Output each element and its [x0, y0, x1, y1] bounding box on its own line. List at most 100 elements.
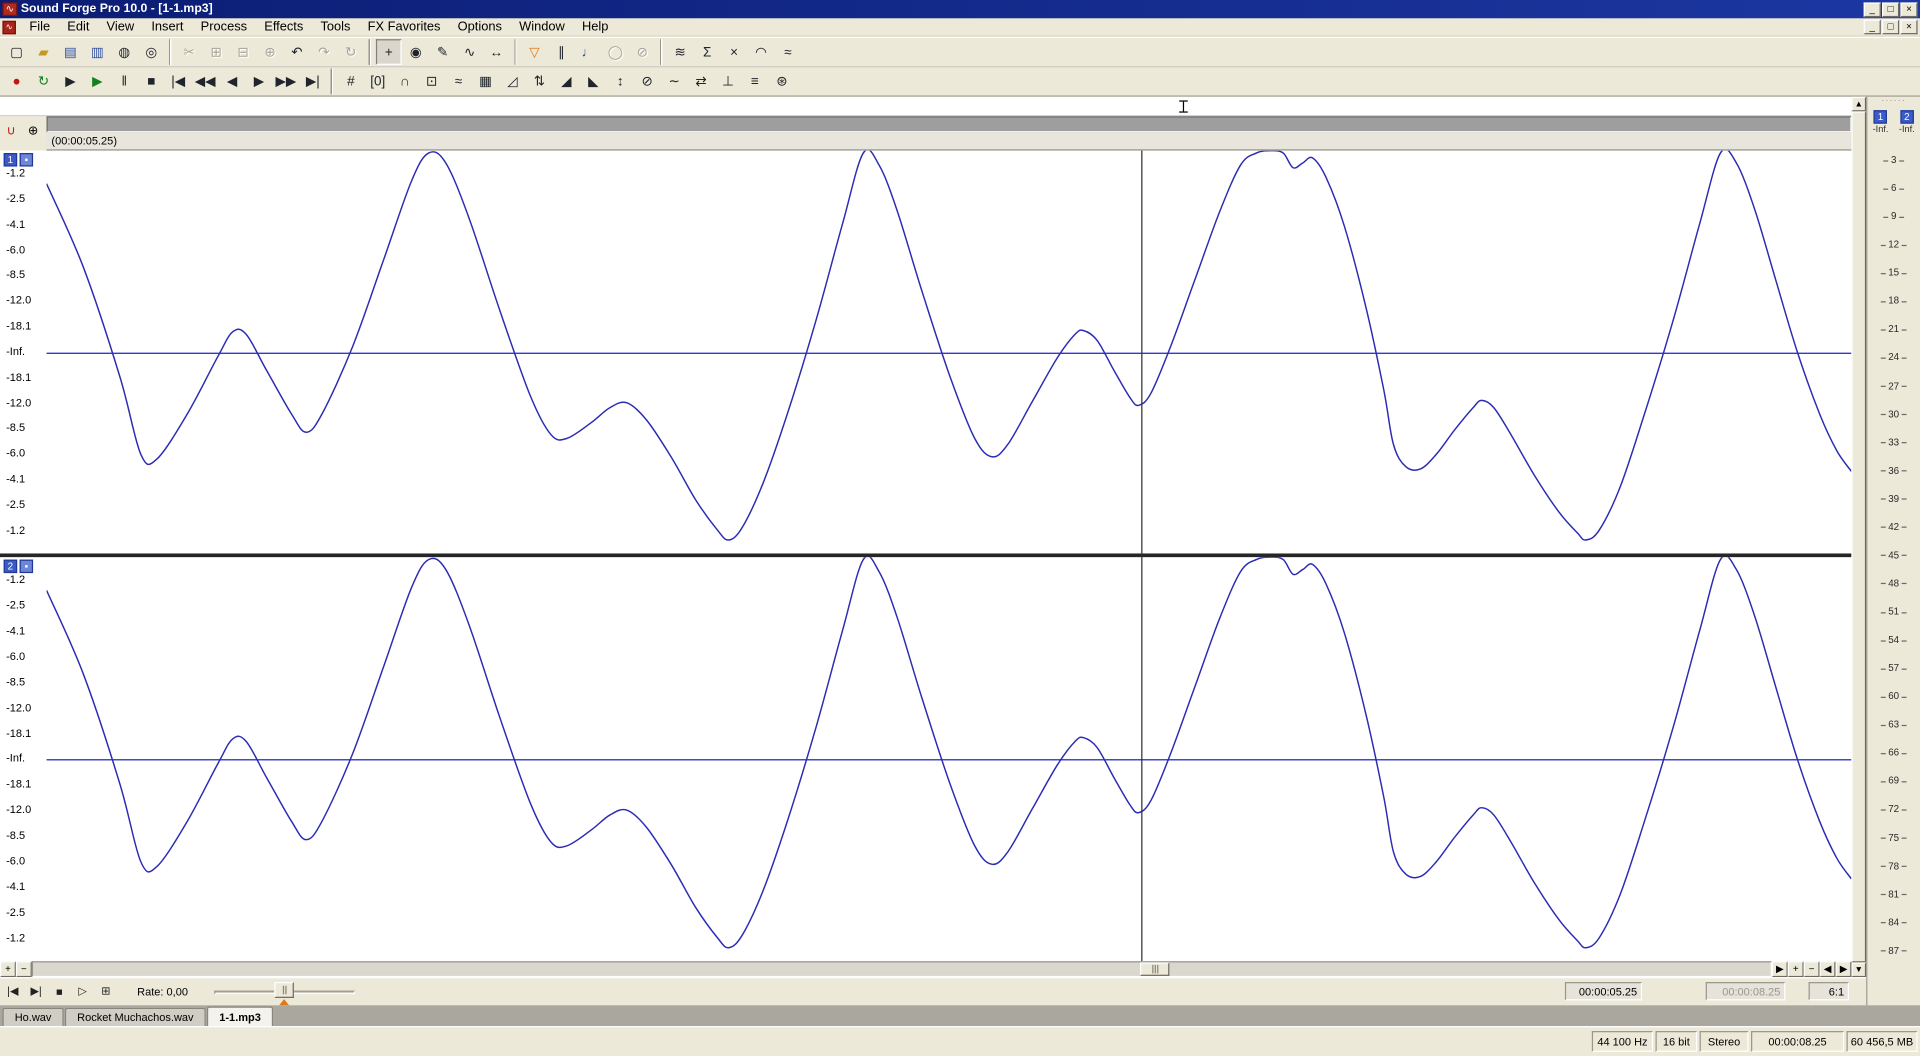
- play-button[interactable]: ▶: [84, 69, 110, 95]
- save-button[interactable]: ▤: [58, 39, 84, 65]
- fade-out-button[interactable]: ◣: [580, 69, 606, 95]
- menu-process[interactable]: Process: [192, 18, 256, 35]
- vertical-scrollbar-thumb[interactable]: [1851, 111, 1867, 963]
- invert-button[interactable]: ↕: [607, 69, 633, 95]
- zoom-selection-button[interactable]: ⊡: [419, 69, 445, 95]
- paste-button[interactable]: ⊟: [230, 39, 256, 65]
- menu-window[interactable]: Window: [511, 18, 574, 35]
- spectrum-analysis-button[interactable]: ≋: [667, 39, 693, 65]
- channel-2-minimize-button[interactable]: ▪: [19, 559, 34, 574]
- zoom-in-time-button[interactable]: +: [1787, 961, 1804, 978]
- channel-2-waveform[interactable]: [46, 557, 1852, 962]
- maximize-button[interactable]: □: [1882, 1, 1900, 17]
- fade-in-button[interactable]: ◢: [553, 69, 579, 95]
- go-to-start-button[interactable]: |◀: [165, 69, 191, 95]
- minimize-button[interactable]: _: [1863, 1, 1881, 17]
- menu-help[interactable]: Help: [573, 18, 617, 35]
- redo-button[interactable]: ↷: [311, 39, 337, 65]
- save-as-button[interactable]: ▥: [84, 39, 110, 65]
- waveform-display-button[interactable]: ≈: [446, 69, 472, 95]
- zoom-out-vertical-button[interactable]: −: [15, 961, 32, 978]
- magnify-tool-button[interactable]: ◉: [403, 39, 429, 65]
- smooth-button[interactable]: ∼: [661, 69, 687, 95]
- selection-end-field[interactable]: 00:00:08.25: [1705, 982, 1786, 1001]
- horizontal-scrollbar-track[interactable]: [31, 961, 1772, 978]
- extract-audio-button[interactable]: ◍: [111, 39, 137, 65]
- marker-bar[interactable]: [0, 96, 1852, 117]
- channel-separator[interactable]: [0, 553, 1852, 558]
- play-device-button[interactable]: ◯: [602, 39, 628, 65]
- menu-effects[interactable]: Effects: [256, 18, 312, 35]
- new-button[interactable]: ▢: [4, 39, 30, 65]
- snap-button[interactable]: #: [338, 69, 364, 95]
- open-button[interactable]: ▰: [31, 39, 57, 65]
- insert-region-button[interactable]: ∥: [549, 39, 575, 65]
- event-tool-button[interactable]: ↔: [484, 39, 510, 65]
- go-to-start-button[interactable]: |◀: [2, 981, 23, 1002]
- insert-marker-button[interactable]: ▽: [522, 39, 548, 65]
- playback-cursor-line[interactable]: [1141, 150, 1143, 962]
- menu-file[interactable]: File: [21, 18, 59, 35]
- scroll-left-button[interactable]: ◀: [1819, 961, 1836, 978]
- envelope-tool-button[interactable]: ∿: [457, 39, 483, 65]
- statistics-button[interactable]: Σ: [694, 39, 720, 65]
- zoom-ratio-field[interactable]: 6:1: [1808, 982, 1849, 1001]
- marker-zero-button[interactable]: [0]: [365, 69, 391, 95]
- tab-ho-wav[interactable]: Ho.wav: [2, 1007, 64, 1027]
- close-button[interactable]: ×: [1900, 1, 1918, 17]
- loop-playback-button[interactable]: ↻: [31, 69, 57, 95]
- record-button[interactable]: ●: [4, 69, 30, 95]
- record-mic-button[interactable]: ♩: [576, 39, 602, 65]
- channel-2-badge[interactable]: 2: [3, 559, 18, 574]
- scroll-down-button[interactable]: ▼: [1851, 962, 1867, 978]
- plugin-chainer-button[interactable]: ⊛: [769, 69, 795, 95]
- overview-bar[interactable]: [46, 116, 1852, 133]
- channel-1-waveform[interactable]: [46, 150, 1852, 554]
- menu-tools[interactable]: Tools: [312, 18, 359, 35]
- pause-button[interactable]: ‖: [111, 69, 137, 95]
- menu-options[interactable]: Options: [449, 18, 510, 35]
- scroll-right-button[interactable]: ▶: [1835, 961, 1852, 978]
- menu-edit[interactable]: Edit: [59, 18, 98, 35]
- envelope-button[interactable]: ∩: [392, 69, 418, 95]
- lock-toggle-button[interactable]: ⊕: [23, 119, 43, 143]
- channel-1-badge[interactable]: 1: [3, 153, 18, 167]
- play-all-button[interactable]: ▶: [58, 69, 84, 95]
- snap-toggle-button[interactable]: ∪: [1, 119, 21, 143]
- zoom-normal-button[interactable]: ▶: [1771, 961, 1788, 978]
- play-button[interactable]: ▷: [72, 981, 93, 1002]
- menu-insert[interactable]: Insert: [143, 18, 192, 35]
- go-to-end-button[interactable]: ▶|: [26, 981, 47, 1002]
- scroll-up-button[interactable]: ▲: [1851, 96, 1867, 112]
- cursor-marker-icon[interactable]: [1179, 100, 1188, 113]
- vertical-scrollbar[interactable]: ▲ ▼: [1851, 96, 1867, 978]
- channel-1-minimize-button[interactable]: ▪: [19, 153, 34, 167]
- child-close-button[interactable]: ×: [1900, 19, 1918, 35]
- forward-button[interactable]: ▶: [246, 69, 272, 95]
- pencil-tool-button[interactable]: ✎: [430, 39, 456, 65]
- dc-offset-button[interactable]: ⊥: [715, 69, 741, 95]
- time-ruler[interactable]: (00:00:05.25): [46, 132, 1852, 151]
- edit-tool-button[interactable]: +: [375, 39, 402, 65]
- scan-levels-button[interactable]: ⊘: [629, 39, 655, 65]
- meter-dock-grip[interactable]: ······: [1867, 97, 1920, 108]
- tab-1-1-mp3[interactable]: 1-1.mp3: [207, 1006, 274, 1027]
- rewind-button[interactable]: ◀◀: [192, 69, 218, 95]
- child-restore-button[interactable]: □: [1882, 19, 1900, 35]
- open-mixer-button[interactable]: ⊞: [96, 981, 117, 1002]
- cut-button[interactable]: ✂: [176, 39, 202, 65]
- undo-button[interactable]: ↶: [284, 39, 310, 65]
- mute-button[interactable]: ⊘: [634, 69, 660, 95]
- reverse-button[interactable]: ⇄: [688, 69, 714, 95]
- crossfade-loop-button[interactable]: ×: [721, 39, 747, 65]
- mix-button[interactable]: ⊕: [257, 39, 283, 65]
- stop-button[interactable]: ■: [49, 981, 70, 1002]
- menu-view[interactable]: View: [98, 18, 143, 35]
- eq-button[interactable]: ≡: [742, 69, 768, 95]
- statistics-graph-button[interactable]: ▦: [473, 69, 499, 95]
- horizontal-scrollbar-thumb[interactable]: [1140, 962, 1170, 976]
- pencil-wave-button[interactable]: ≈: [775, 39, 801, 65]
- cursor-position-field[interactable]: 00:00:05.25: [1564, 982, 1643, 1001]
- copy-button[interactable]: ⊞: [203, 39, 229, 65]
- stop-button[interactable]: ■: [138, 69, 164, 95]
